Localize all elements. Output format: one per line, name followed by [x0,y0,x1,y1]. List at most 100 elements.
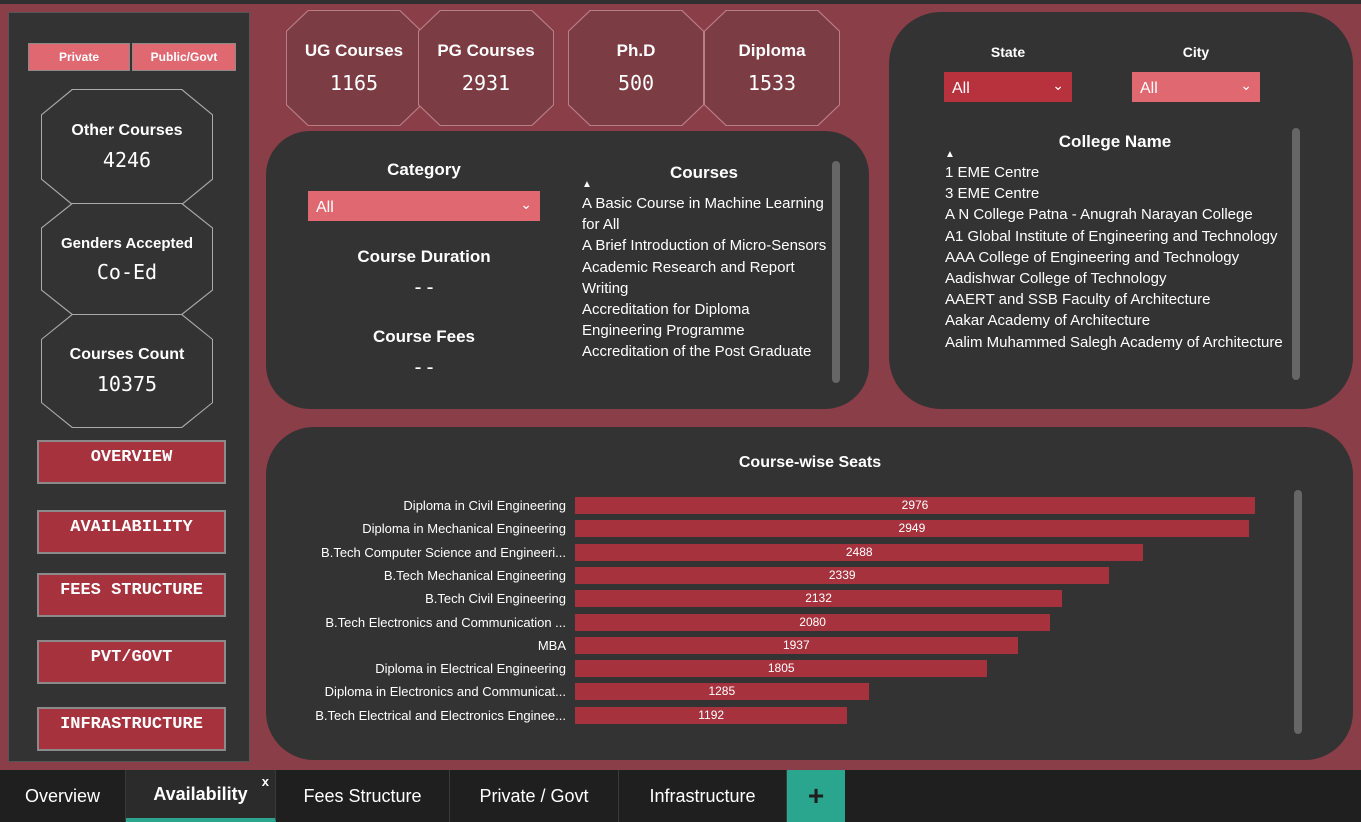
overview-nav-button[interactable]: OVERVIEW [37,440,226,484]
diploma-value: 1533 [747,71,797,95]
plus-icon: + [807,780,825,811]
course-fees-value: -- [411,355,437,379]
tab-overview[interactable]: Overview [0,770,126,822]
pg-courses-value: 2931 [461,71,511,95]
bar-category-label: B.Tech Civil Engineering [425,591,566,607]
list-item[interactable]: AAERT and SSB Faculty of Architecture [945,289,1285,310]
city-value: All [1140,80,1158,97]
list-item[interactable]: Accreditation of the Post Graduate [582,341,830,362]
phd-value: 500 [617,71,655,95]
state-label: State [990,44,1026,60]
phd-label: Ph.D [616,41,656,60]
bar-category-label: B.Tech Computer Science and Engineeri... [321,544,566,560]
list-item[interactable]: Aalim Muhammed Salegh Academy of Archite… [945,332,1285,353]
college-list[interactable]: 1 EME Centre 3 EME Centre A N College Pa… [945,162,1285,380]
bar-category-label: Diploma in Electrical Engineering [375,661,566,677]
bar-category-label: MBA [537,637,566,653]
bar-value-label: 2488 [845,544,873,559]
private-toggle[interactable]: Private [28,43,130,71]
list-item[interactable]: 3 EME Centre [945,183,1285,204]
bar-value-label: 2339 [828,567,856,582]
tab-label: Private / Govt [479,785,589,806]
bar-category-label: B.Tech Electronics and Communication ... [325,614,566,630]
city-label: City [1182,44,1210,60]
course-duration-label: Course Duration [357,247,491,266]
list-item[interactable]: Aakar Academy of Architecture [945,310,1285,331]
category-value: All [316,199,334,216]
add-page-button[interactable]: + [787,770,845,822]
category-dropdown[interactable]: All ⌄ [308,191,540,221]
genders-accepted-card: Genders Accepted Co-Ed [42,204,212,314]
state-value: All [952,80,970,97]
ug-courses-card: UG Courses 1165 [286,10,422,126]
ug-courses-value: 1165 [329,71,379,95]
courses-count-label: Courses Count [69,346,185,363]
courses-count-value: 10375 [96,372,158,396]
bar-value-label: 1192 [698,707,725,722]
list-item[interactable]: A1 Global Institute of Engineering and T… [945,226,1285,247]
bar-category-label: Diploma in Civil Engineering [403,498,566,513]
other-courses-label: Other Courses [71,122,183,139]
tab-availability[interactable]: Availability x [126,770,276,822]
college-scrollbar[interactable] [1292,128,1300,380]
bar-value-label: 2949 [898,521,926,536]
tab-fees-structure[interactable]: Fees Structure [276,770,450,822]
category-label: Category [387,160,461,179]
bar-value-label: 1805 [767,661,795,676]
tab-label: Fees Structure [303,785,422,806]
genders-accepted-value: Co-Ed [96,259,158,284]
public-govt-toggle[interactable]: Public/Govt [132,43,236,71]
college-name-title: College Name [1058,132,1172,151]
chevron-down-icon: ⌄ [520,196,532,212]
bar-category-label: Diploma in Mechanical Engineering [362,521,566,537]
bar-category-label: B.Tech Mechanical Engineering [383,567,566,583]
diploma-label: Diploma [738,41,806,60]
chart-title: Course-wise Seats [738,454,882,471]
list-item[interactable]: A Basic Course in Machine Learning for A… [582,193,830,235]
chart-scrollbar[interactable] [1294,490,1302,734]
list-item[interactable]: A Brief Introduction of Micro-Sensors [582,235,830,256]
course-fees-label: Course Fees [372,327,476,346]
list-item[interactable]: Accreditation for Diploma Engineering Pr… [582,299,830,341]
courses-scrollbar[interactable] [832,161,840,383]
tab-private-govt[interactable]: Private / Govt [450,770,619,822]
diploma-card: Diploma 1533 [704,10,840,126]
list-item[interactable]: AAA College of Engineering and Technolog… [945,247,1285,268]
list-item[interactable]: A N College Patna - Anugrah Narayan Coll… [945,204,1285,225]
bar-value-label: 1937 [782,637,810,652]
phd-card: Ph.D 500 [568,10,704,126]
bar-value-label: 1285 [708,684,736,699]
state-dropdown[interactable]: All ⌄ [944,72,1072,102]
list-item[interactable]: Academic Research and Report Writing [582,257,830,299]
pg-courses-card: PG Courses 2931 [418,10,554,126]
tab-label: Overview [24,785,100,806]
bar-value-label: 2132 [805,591,832,606]
tab-label: Infrastructure [649,785,756,806]
bar-category-label: B.Tech Electrical and Electronics Engine… [315,707,566,723]
ug-courses-label: UG Courses [304,41,404,60]
location-panel: State All ⌄ City All ⌄ College Name ▲ 1 … [889,12,1353,409]
courses-list[interactable]: A Basic Course in Machine Learning for A… [582,193,830,383]
list-item[interactable]: 1 EME Centre [945,162,1285,183]
page-tabs: Overview Availability x Fees Structure P… [0,770,1361,822]
tab-infrastructure[interactable]: Infrastructure [619,770,787,822]
close-icon[interactable]: x [262,774,269,789]
courses-count-card: Courses Count 10375 [42,315,212,427]
courses-title: Courses [669,163,739,182]
other-courses-value: 4246 [102,148,152,172]
bar-category-label: Diploma in Electronics and Communicat... [324,684,566,700]
other-courses-card: Other Courses 4246 [42,90,212,204]
sort-ascending-icon[interactable]: ▲ [945,149,955,160]
bar-value-label: 2976 [901,498,929,512]
genders-accepted-label: Genders Accepted [61,234,193,252]
top-border [0,0,1361,4]
chevron-down-icon: ⌄ [1240,77,1252,93]
bar-value-label: 2080 [799,614,826,629]
city-dropdown[interactable]: All ⌄ [1132,72,1260,102]
sort-ascending-icon[interactable]: ▲ [582,179,592,190]
pg-courses-label: PG Courses [437,41,535,60]
course-duration-value: -- [411,275,437,299]
chevron-down-icon: ⌄ [1052,77,1064,93]
tab-label: Availability [153,783,248,804]
list-item[interactable]: Aadishwar College of Technology [945,268,1285,289]
